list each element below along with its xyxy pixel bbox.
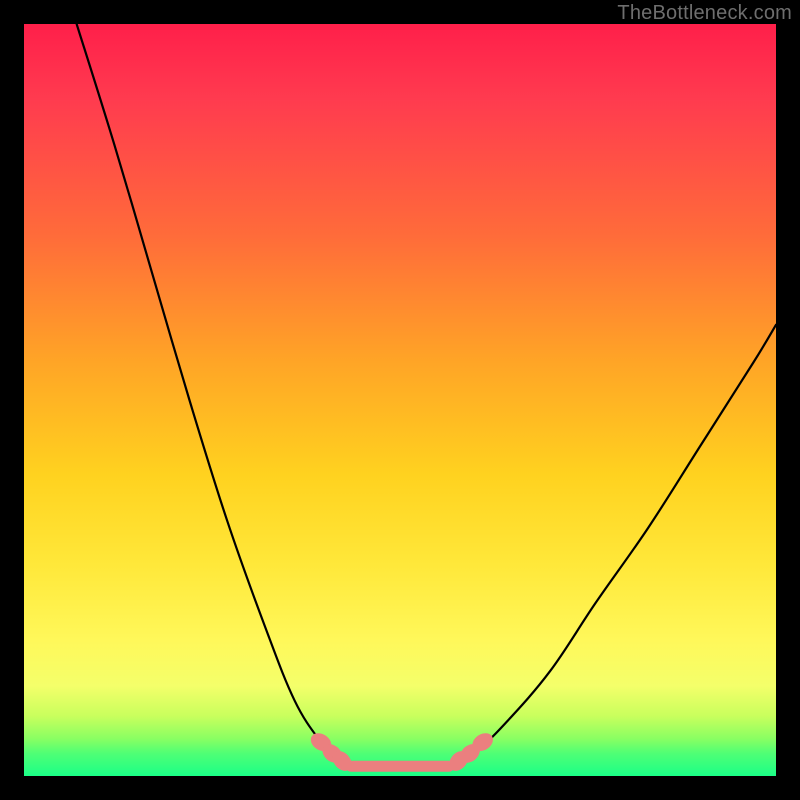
right-branch-line bbox=[453, 325, 776, 763]
watermark-text: TheBottleneck.com bbox=[617, 2, 792, 25]
curve-svg bbox=[24, 24, 776, 776]
left-branch-line bbox=[77, 24, 348, 763]
outer-frame: TheBottleneck.com bbox=[0, 0, 800, 800]
plot-area bbox=[24, 24, 776, 776]
